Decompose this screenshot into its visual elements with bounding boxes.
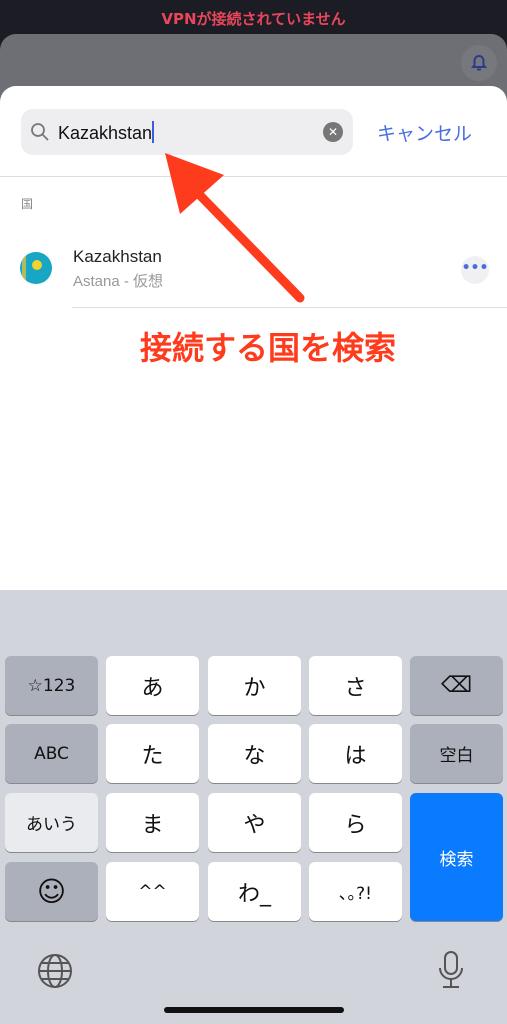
key-wa[interactable]: わ_ [208,862,301,921]
bell-icon [471,54,487,71]
vpn-status-banner: VPNが接続されていません [161,10,346,28]
more-options-button[interactable]: ••• [461,256,489,284]
divider [72,307,507,308]
search-field[interactable]: Kazakhstan ✕ [21,109,353,155]
key-ka[interactable]: か [208,656,301,715]
section-label: 国 [21,197,34,211]
home-indicator [164,1007,344,1013]
key-ra[interactable]: ら [309,793,402,852]
country-name: Kazakhstan [73,247,162,266]
divider [0,176,507,177]
text-caret [152,121,155,143]
country-subtitle: Astana - 仮想 [73,273,164,290]
key-ta[interactable]: た [106,724,199,783]
emoji-key-icon[interactable]: ☺ [5,862,98,921]
key-numbers[interactable]: ☆123 [5,656,98,715]
search-key[interactable]: 検索 [410,793,503,921]
globe-icon[interactable] [37,953,73,997]
clear-icon[interactable]: ✕ [323,122,343,142]
cancel-button[interactable]: キャンセル [377,119,472,146]
annotation-text: 接続する国を検索 [140,329,397,367]
search-value: Kazakhstan [58,123,153,143]
notification-button[interactable] [461,45,497,81]
key-abc[interactable]: ABC [5,724,98,783]
delete-key-icon[interactable]: ⌫ [410,656,503,715]
key-kana[interactable]: あいう [5,793,98,852]
key-space[interactable]: 空白 [410,724,503,783]
key-ma[interactable]: ま [106,793,199,852]
search-input[interactable]: Kazakhstan [58,121,155,144]
key-kaomoji[interactable]: ^^ [106,862,199,921]
key-punctuation[interactable]: ､｡?! [309,862,402,921]
microphone-icon[interactable] [437,950,465,994]
key-ha[interactable]: は [309,724,402,783]
kazakhstan-flag-icon [20,252,52,284]
key-sa[interactable]: さ [309,656,402,715]
key-ya[interactable]: や [208,793,301,852]
key-na[interactable]: な [208,724,301,783]
search-icon [31,123,49,141]
key-a[interactable]: あ [106,656,199,715]
